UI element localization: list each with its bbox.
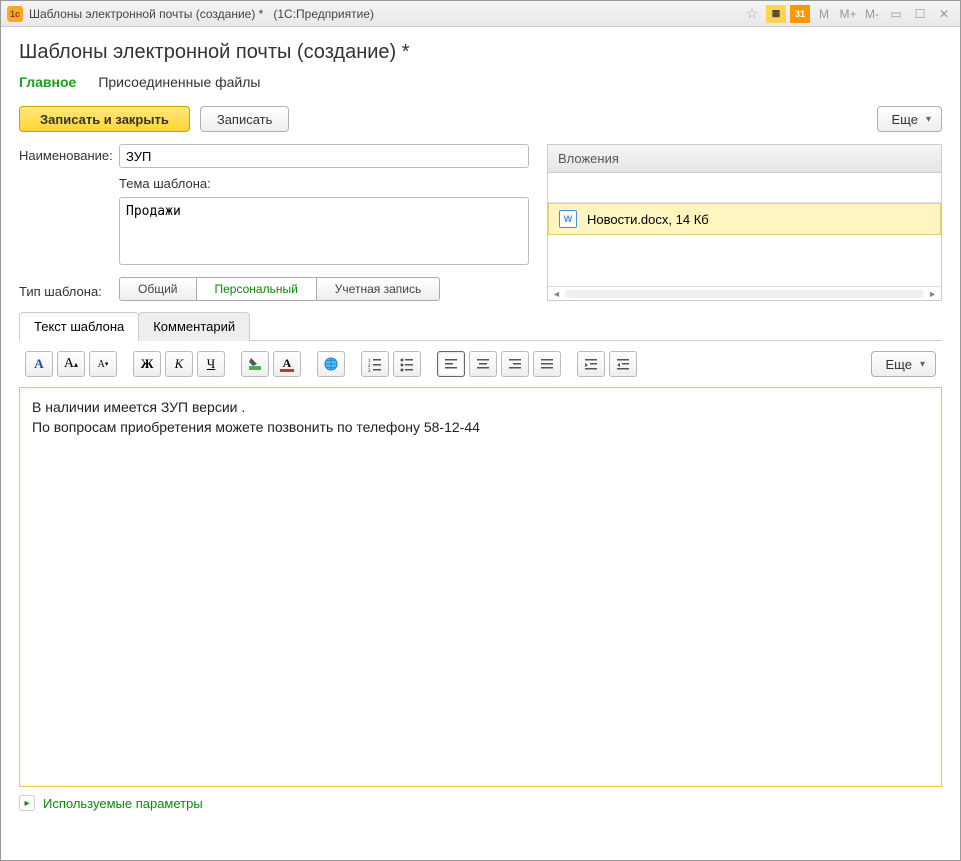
tab-main[interactable]: Главное [19, 74, 76, 92]
page-title: Шаблоны электронной почты (создание) * [19, 41, 942, 64]
subject-input[interactable] [119, 197, 529, 265]
numbered-list-button[interactable]: 123 [361, 351, 389, 377]
editor-more-button[interactable]: Еще [871, 351, 936, 377]
editor-toolbar: A A▴ A▾ Ж К Ч A 123 [19, 341, 942, 387]
editor-line: По вопросам приобретения можете позвонит… [32, 418, 929, 438]
type-personal-button[interactable]: Персональный [196, 277, 317, 301]
bold-button[interactable]: Ж [133, 351, 161, 377]
window-app-suffix: (1С:Предприятие) [273, 7, 374, 21]
memory-m-button[interactable]: M [814, 5, 834, 23]
calendar-icon[interactable]: 31 [790, 5, 810, 23]
name-label: Наименование: [19, 144, 119, 163]
highlight-button[interactable] [241, 351, 269, 377]
attachment-name: Новости.docx, 14 Кб [587, 212, 709, 227]
font-shrink-button[interactable]: A▾ [89, 351, 117, 377]
align-right-button[interactable] [501, 351, 529, 377]
attachments-panel: Вложения W Новости.docx, 14 Кб ◄ ► [547, 144, 942, 301]
type-label: Тип шаблона: [19, 282, 119, 299]
subject-label: Тема шаблона: [119, 176, 529, 191]
indent-increase-button[interactable] [577, 351, 605, 377]
used-parameters-toggle[interactable]: ▸ Используемые параметры [19, 795, 942, 811]
tab-comment[interactable]: Комментарий [138, 312, 250, 341]
maximize-icon[interactable]: ☐ [910, 5, 930, 23]
indent-decrease-button[interactable] [609, 351, 637, 377]
scroll-left-icon[interactable]: ◄ [552, 289, 561, 299]
command-toolbar: Записать и закрыть Записать Еще [19, 106, 942, 132]
editor-tabs: Текст шаблона Комментарий [19, 311, 942, 341]
window-titlebar: 1c Шаблоны электронной почты (создание) … [1, 1, 960, 27]
attachments-list: W Новости.docx, 14 Кб [548, 203, 941, 286]
app-icon: 1c [7, 6, 23, 22]
used-parameters-label: Используемые параметры [43, 796, 203, 811]
memory-mminus-button[interactable]: M- [862, 5, 882, 23]
window-title-text: Шаблоны электронной почты (создание) * [29, 7, 263, 21]
docx-icon: W [559, 210, 577, 228]
save-button[interactable]: Записать [200, 106, 290, 132]
italic-button[interactable]: К [165, 351, 193, 377]
minimize-icon[interactable]: ▭ [886, 5, 906, 23]
editor-line: В наличии имеется ЗУП версии . [32, 398, 929, 418]
align-center-button[interactable] [469, 351, 497, 377]
insert-link-button[interactable] [317, 351, 345, 377]
bullet-list-button[interactable] [393, 351, 421, 377]
font-color-button[interactable]: A [273, 351, 301, 377]
attachments-header: Вложения [548, 145, 941, 173]
scroll-right-icon[interactable]: ► [928, 289, 937, 299]
underline-button[interactable]: Ч [197, 351, 225, 377]
type-account-button[interactable]: Учетная запись [316, 277, 440, 301]
attachment-item[interactable]: W Новости.docx, 14 Кб [548, 203, 941, 235]
chevron-right-icon: ▸ [19, 795, 35, 811]
attachments-scrollbar[interactable]: ◄ ► [548, 286, 941, 300]
type-common-button[interactable]: Общий [119, 277, 197, 301]
close-icon[interactable]: ✕ [934, 5, 954, 23]
more-button[interactable]: Еще [877, 106, 942, 132]
name-input[interactable] [119, 144, 529, 168]
scroll-track[interactable] [565, 290, 924, 298]
tab-attached-files[interactable]: Присоединенные файлы [98, 74, 260, 92]
attachments-toolbar [548, 173, 941, 203]
calculator-icon[interactable]: ▦ [766, 5, 786, 23]
window-title: Шаблоны электронной почты (создание) * (… [29, 7, 742, 21]
align-left-button[interactable] [437, 351, 465, 377]
save-close-button[interactable]: Записать и закрыть [19, 106, 190, 132]
page-tabs: Главное Присоединенные файлы [19, 74, 942, 92]
font-grow-button[interactable]: A▴ [57, 351, 85, 377]
font-button[interactable]: A [25, 351, 53, 377]
memory-mplus-button[interactable]: M+ [838, 5, 858, 23]
favorite-icon[interactable]: ☆ [742, 5, 762, 23]
svg-text:3: 3 [368, 369, 371, 372]
tab-template-text[interactable]: Текст шаблона [19, 312, 139, 341]
editor-textarea[interactable]: В наличии имеется ЗУП версии . По вопрос… [19, 387, 942, 787]
align-justify-button[interactable] [533, 351, 561, 377]
